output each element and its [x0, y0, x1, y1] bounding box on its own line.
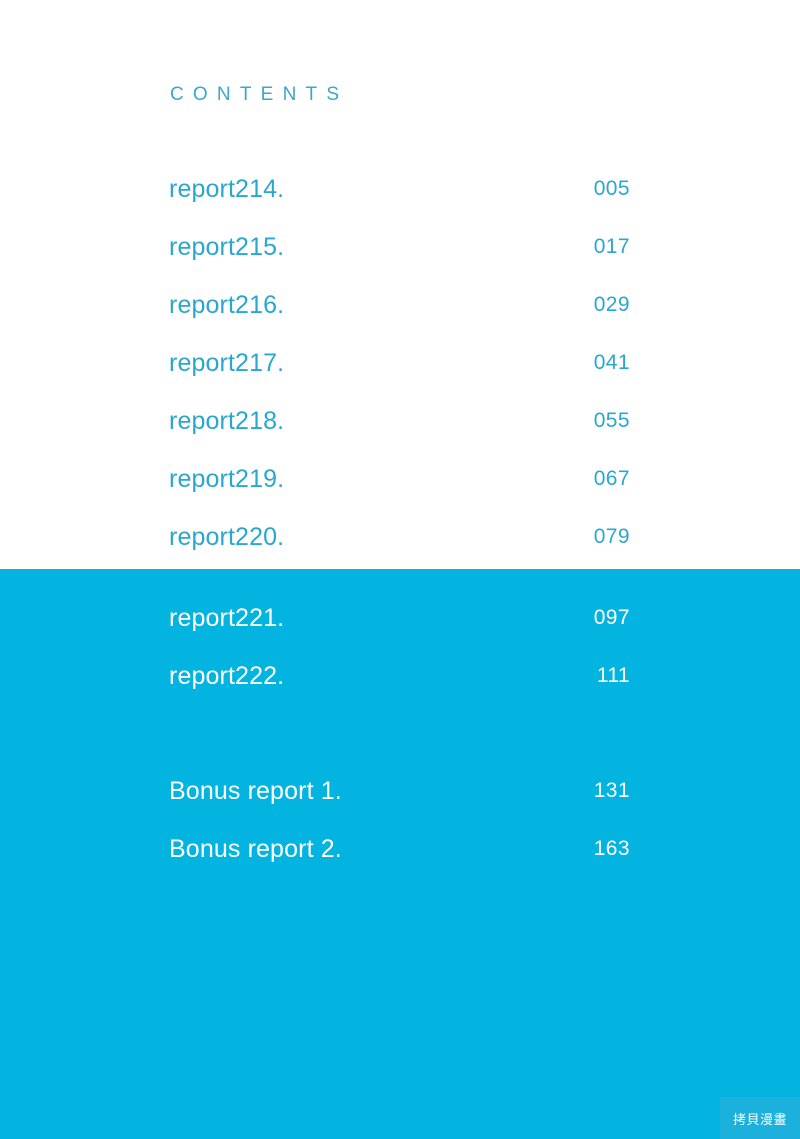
contents-entry[interactable]: report220. 079 — [169, 522, 631, 552]
watermark-label: 拷貝漫畫 — [732, 1112, 788, 1128]
contents-entry[interactable]: Bonus report 1. 131 — [169, 776, 631, 806]
entry-page-number: 097 — [593, 606, 630, 629]
entry-label: report218. — [169, 407, 285, 435]
entry-label: report214. — [169, 175, 285, 203]
entry-page-number: 005 — [593, 177, 630, 200]
contents-entry[interactable]: report217. 041 — [169, 348, 631, 378]
entry-label: report222. — [169, 662, 285, 690]
entry-page-number: 131 — [593, 779, 630, 802]
entry-page-number: 067 — [593, 467, 630, 490]
entry-page-number: 029 — [593, 293, 630, 316]
contents-entry[interactable]: report218. 055 — [169, 406, 631, 436]
contents-entry[interactable]: report219. 067 — [169, 464, 631, 494]
contents-entry[interactable]: report214. 005 — [169, 174, 631, 204]
entry-page-number: 111 — [596, 664, 630, 687]
entry-label: report217. — [169, 349, 285, 377]
contents-entry[interactable]: report221. 097 — [169, 603, 631, 633]
entry-page-number: 017 — [593, 235, 630, 258]
entry-page-number: 041 — [593, 351, 630, 374]
entry-page-number: 163 — [593, 837, 630, 860]
page-title: CONTENTS — [170, 84, 349, 105]
watermark: 拷貝漫畫 — [720, 1097, 800, 1139]
entry-label: report219. — [169, 465, 285, 493]
contents-entry[interactable]: report215. 017 — [169, 232, 631, 262]
entry-page-number: 079 — [593, 525, 630, 548]
entry-label: report215. — [169, 233, 285, 261]
entry-label: Bonus report 2. — [169, 835, 342, 863]
table-of-contents: CONTENTS report214. 005 report215. 017 repor… — [169, 0, 631, 1139]
entry-label: Bonus report 1. — [169, 777, 342, 805]
entry-label: report221. — [169, 604, 285, 632]
entry-label: report216. — [169, 291, 285, 319]
contents-entry[interactable]: report222. 111 — [169, 661, 631, 691]
entry-label: report220. — [169, 523, 285, 551]
contents-page: CONTENTS report214. 005 report215. 017 repor… — [0, 0, 800, 1139]
contents-entry[interactable]: report216. 029 — [169, 290, 631, 320]
contents-entry[interactable]: Bonus report 2. 163 — [169, 834, 631, 864]
entry-page-number: 055 — [593, 409, 630, 432]
